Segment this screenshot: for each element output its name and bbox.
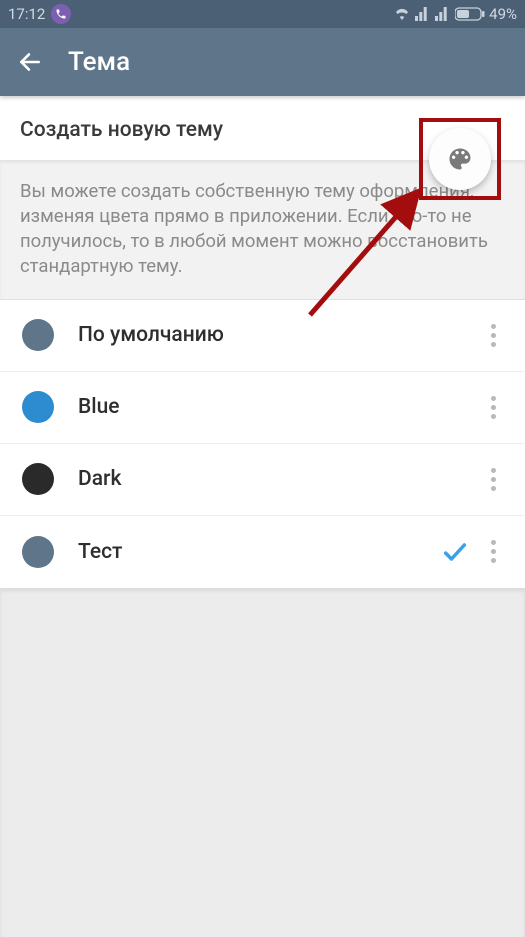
theme-name-label: По умолчанию: [78, 323, 479, 347]
theme-name-label: Тест: [78, 540, 441, 564]
battery-percent: 49%: [489, 5, 517, 23]
theme-color-swatch: [22, 536, 54, 568]
battery-icon: [455, 7, 485, 21]
theme-name-label: Blue: [78, 395, 479, 419]
palette-icon: [446, 145, 474, 173]
theme-color-swatch: [22, 463, 54, 495]
check-icon: [441, 538, 469, 566]
theme-more-button[interactable]: [479, 317, 507, 353]
annotation-highlight-box: [419, 118, 501, 200]
viber-icon: [51, 4, 71, 24]
theme-color-swatch: [22, 391, 54, 423]
theme-more-button[interactable]: [479, 534, 507, 570]
theme-color-swatch: [22, 319, 54, 351]
status-bar: 17:12 49%: [0, 0, 525, 28]
back-button[interactable]: [16, 48, 44, 76]
theme-name-label: Dark: [78, 467, 479, 491]
page-title: Тема: [68, 47, 130, 77]
action-bar: Тема: [0, 28, 525, 96]
status-time: 17:12: [8, 5, 45, 23]
signal-icon: [415, 7, 431, 21]
theme-row[interactable]: По умолчанию: [0, 300, 525, 372]
signal-icon-2: [435, 7, 451, 21]
theme-list: По умолчанию Blue Dark Тест: [0, 300, 525, 588]
status-right: 49%: [393, 5, 517, 23]
theme-row[interactable]: Тест: [0, 516, 525, 588]
wifi-icon: [393, 7, 411, 21]
theme-more-button[interactable]: [479, 461, 507, 497]
theme-more-button[interactable]: [479, 389, 507, 425]
create-theme-fab[interactable]: [429, 128, 491, 190]
theme-row[interactable]: Blue: [0, 372, 525, 444]
theme-row[interactable]: Dark: [0, 444, 525, 516]
empty-area: [0, 588, 525, 937]
